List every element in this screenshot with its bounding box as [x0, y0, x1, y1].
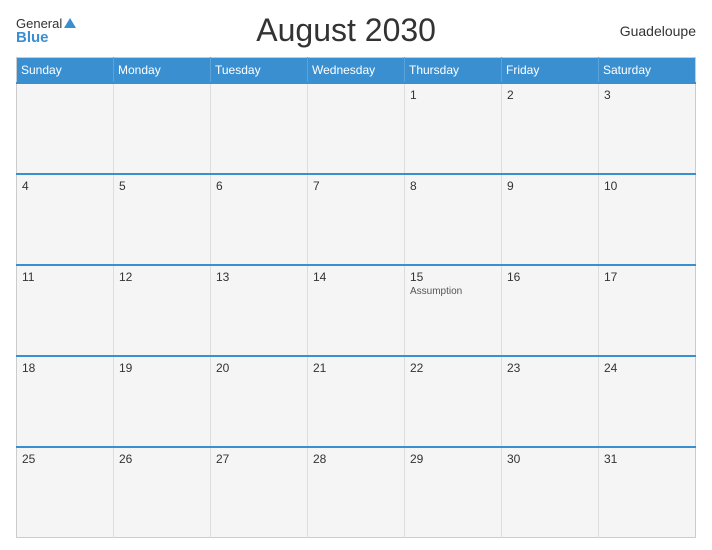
calendar-day-cell: 29: [405, 447, 502, 538]
calendar-day-cell: 28: [308, 447, 405, 538]
calendar-day-cell: [211, 83, 308, 174]
calendar-day-cell: 23: [502, 356, 599, 447]
logo-text-general: General: [16, 17, 62, 30]
day-number: 30: [507, 452, 593, 466]
calendar-day-cell: 4: [17, 174, 114, 265]
day-number: 21: [313, 361, 399, 375]
calendar-day-cell: 26: [114, 447, 211, 538]
calendar-day-cell: 22: [405, 356, 502, 447]
calendar-week-row: 25 26 27 28 29 30 31: [17, 447, 696, 538]
day-number: 23: [507, 361, 593, 375]
calendar-day-cell: 20: [211, 356, 308, 447]
day-number: 24: [604, 361, 690, 375]
calendar-day-cell: 5: [114, 174, 211, 265]
day-number: 15: [410, 270, 496, 284]
day-number: 7: [313, 179, 399, 193]
day-number: 19: [119, 361, 205, 375]
day-number: 2: [507, 88, 593, 102]
calendar-week-row: 18 19 20 21 22 23 24: [17, 356, 696, 447]
day-number: 3: [604, 88, 690, 102]
calendar-week-row: 123: [17, 83, 696, 174]
day-number: 5: [119, 179, 205, 193]
calendar-day-cell: 31: [599, 447, 696, 538]
calendar-header-row: SundayMondayTuesdayWednesdayThursdayFrid…: [17, 58, 696, 84]
day-number: 27: [216, 452, 302, 466]
day-number: 17: [604, 270, 690, 284]
day-number: 29: [410, 452, 496, 466]
country-label: Guadeloupe: [616, 23, 696, 39]
day-number: 26: [119, 452, 205, 466]
day-number: 25: [22, 452, 108, 466]
calendar-day-cell: 6: [211, 174, 308, 265]
calendar-day-cell: 16: [502, 265, 599, 356]
calendar-day-cell: [308, 83, 405, 174]
calendar-header: General Blue August 2030 Guadeloupe: [16, 12, 696, 49]
calendar-day-cell: 9: [502, 174, 599, 265]
day-number: 22: [410, 361, 496, 375]
page-container: General Blue August 2030 Guadeloupe Sund…: [0, 0, 712, 550]
calendar-day-cell: 7: [308, 174, 405, 265]
weekday-header-friday: Friday: [502, 58, 599, 84]
day-number: 6: [216, 179, 302, 193]
calendar-day-cell: 18: [17, 356, 114, 447]
day-number: 8: [410, 179, 496, 193]
day-number: 4: [22, 179, 108, 193]
calendar-day-cell: 13: [211, 265, 308, 356]
calendar-day-cell: 21: [308, 356, 405, 447]
day-number: 11: [22, 270, 108, 284]
calendar-day-cell: 8: [405, 174, 502, 265]
calendar-body: 123456789101112131415Assumption161718192…: [17, 83, 696, 538]
day-number: 12: [119, 270, 205, 284]
day-number: 14: [313, 270, 399, 284]
day-number: 9: [507, 179, 593, 193]
logo-text-blue: Blue: [16, 30, 76, 45]
calendar-day-cell: 14: [308, 265, 405, 356]
calendar-day-cell: 10: [599, 174, 696, 265]
day-number: 18: [22, 361, 108, 375]
weekday-header-sunday: Sunday: [17, 58, 114, 84]
holiday-label: Assumption: [410, 286, 496, 297]
day-number: 10: [604, 179, 690, 193]
calendar-day-cell: 15 Assumption: [405, 265, 502, 356]
calendar-week-row: 456789 10: [17, 174, 696, 265]
logo-triangle-icon: [64, 18, 76, 28]
calendar-day-cell: 1: [405, 83, 502, 174]
calendar-table: SundayMondayTuesdayWednesdayThursdayFrid…: [16, 57, 696, 538]
calendar-day-cell: [17, 83, 114, 174]
day-number: 31: [604, 452, 690, 466]
weekday-header-tuesday: Tuesday: [211, 58, 308, 84]
calendar-day-cell: [114, 83, 211, 174]
calendar-day-cell: 11: [17, 265, 114, 356]
weekday-header-wednesday: Wednesday: [308, 58, 405, 84]
weekday-header-saturday: Saturday: [599, 58, 696, 84]
day-number: 16: [507, 270, 593, 284]
weekday-header-thursday: Thursday: [405, 58, 502, 84]
calendar-day-cell: 30: [502, 447, 599, 538]
calendar-day-cell: 12: [114, 265, 211, 356]
day-number: 28: [313, 452, 399, 466]
day-number: 13: [216, 270, 302, 284]
calendar-week-row: 11 12 13 14 15 Assumption 16 17: [17, 265, 696, 356]
weekday-header-monday: Monday: [114, 58, 211, 84]
calendar-day-cell: 24: [599, 356, 696, 447]
month-title: August 2030: [76, 12, 616, 49]
calendar-day-cell: 3: [599, 83, 696, 174]
calendar-day-cell: 19: [114, 356, 211, 447]
day-number: 1: [410, 88, 496, 102]
calendar-day-cell: 2: [502, 83, 599, 174]
logo: General Blue: [16, 17, 76, 45]
calendar-day-cell: 17: [599, 265, 696, 356]
calendar-day-cell: 27: [211, 447, 308, 538]
day-number: 20: [216, 361, 302, 375]
calendar-day-cell: 25: [17, 447, 114, 538]
